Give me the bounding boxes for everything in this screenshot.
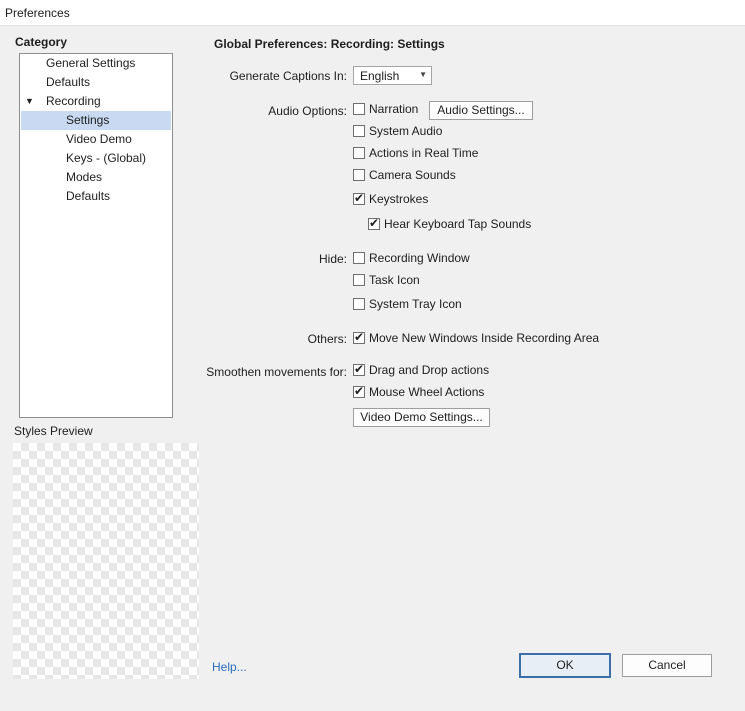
checkbox-label: Mouse Wheel Actions — [369, 385, 485, 399]
captions-language-dropdown[interactable]: English ▼ — [353, 66, 432, 85]
checkbox-label: Move New Windows Inside Recording Area — [369, 331, 600, 345]
checkbox-label: Task Icon — [369, 273, 420, 287]
checkbox-box[interactable]: ✔ — [353, 191, 365, 205]
cancel-button[interactable]: Cancel — [622, 654, 712, 677]
captions-label: Generate Captions In: — [229, 69, 347, 83]
tree-item-defaults[interactable]: Defaults — [21, 73, 171, 92]
ok-button[interactable]: OK — [519, 653, 611, 678]
checkbox-box[interactable]: ✔ — [368, 216, 380, 230]
expand-arrow-icon[interactable]: ▼ — [25, 92, 34, 111]
checkbox-box[interactable] — [353, 274, 365, 286]
smoothen-label: Smoothen movements for: — [206, 365, 347, 379]
checkbox-box[interactable]: ✔ — [353, 384, 365, 398]
checkbox-label: Camera Sounds — [369, 168, 456, 182]
tree-item-label: Video Demo — [66, 132, 132, 146]
checkbox-label: Hear Keyboard Tap Sounds — [384, 217, 532, 231]
tree-item-label: General Settings — [46, 56, 136, 70]
window-title: Preferences — [5, 6, 70, 20]
checkmark-icon: ✔ — [369, 216, 380, 230]
chevron-down-icon: ▼ — [419, 70, 427, 79]
others-label: Others: — [307, 332, 347, 346]
audio-settings-button[interactable]: Audio Settings... — [429, 101, 533, 120]
tree-item-label: Settings — [66, 113, 110, 127]
tree-item-recording-defaults[interactable]: Defaults — [21, 187, 171, 206]
checkbox-box[interactable] — [353, 125, 365, 137]
tree-item-general-settings[interactable]: General Settings — [21, 54, 171, 73]
tree-item-label: Defaults — [46, 75, 91, 89]
panel-title: Global Preferences: Recording: Settings — [214, 37, 445, 51]
tree-item-label: Keys - (Global) — [66, 151, 147, 165]
tree-item-settings[interactable]: Settings — [21, 111, 171, 130]
tree-item-video-demo[interactable]: Video Demo — [21, 130, 171, 149]
checkbox-label: System Audio — [369, 124, 443, 138]
checkbox-label: Recording Window — [369, 251, 470, 265]
video-demo-settings-button[interactable]: Video Demo Settings... — [353, 408, 490, 427]
checkmark-icon: ✔ — [354, 330, 365, 344]
tree-item-keys-global[interactable]: Keys - (Global) — [21, 149, 171, 168]
checkbox-label: Narration — [369, 102, 419, 116]
tree-item-label: Modes — [66, 170, 103, 184]
help-link[interactable]: Help... — [212, 660, 247, 674]
checkbox-box[interactable] — [353, 103, 365, 115]
category-heading: Category — [15, 35, 68, 49]
tree-item-label: Recording — [46, 94, 101, 108]
checkbox-label: Actions in Real Time — [369, 146, 479, 160]
checkbox-label: Drag and Drop actions — [369, 363, 490, 377]
title-bar: Preferences — [0, 0, 745, 26]
checkbox-box[interactable] — [353, 147, 365, 159]
checkmark-icon: ✔ — [354, 362, 365, 376]
audio-options-label: Audio Options: — [268, 104, 347, 118]
checkmark-icon: ✔ — [354, 191, 365, 205]
hide-label: Hide: — [318, 252, 347, 266]
dropdown-value: English — [360, 69, 400, 83]
tree-item-recording[interactable]: ▼ Recording — [21, 92, 171, 111]
checkbox-box[interactable] — [353, 252, 365, 264]
checkbox-box[interactable]: ✔ — [353, 330, 365, 344]
checkbox-label: System Tray Icon — [369, 297, 462, 311]
tree-item-modes[interactable]: Modes — [21, 168, 171, 187]
styles-preview-label: Styles Preview — [14, 424, 93, 438]
checkbox-label: Keystrokes — [369, 192, 429, 206]
checkbox-box[interactable] — [353, 169, 365, 181]
checkbox-box[interactable] — [353, 298, 365, 310]
checkbox-box[interactable]: ✔ — [353, 362, 365, 376]
tree-item-label: Defaults — [66, 189, 111, 203]
checkmark-icon: ✔ — [354, 384, 365, 398]
category-tree[interactable]: General Settings Defaults ▼ Recording Se… — [19, 53, 173, 418]
styles-preview-area — [13, 443, 199, 679]
